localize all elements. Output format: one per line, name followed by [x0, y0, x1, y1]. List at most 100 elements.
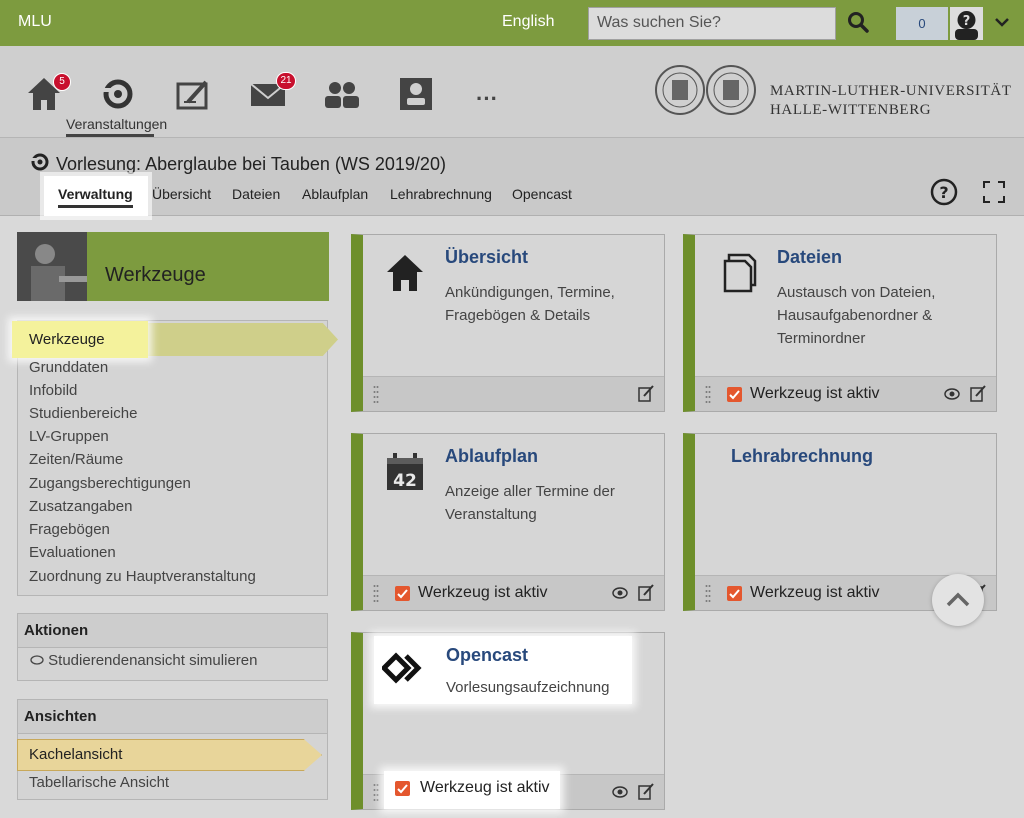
- files-icon: [723, 253, 757, 293]
- scroll-to-top-button[interactable]: [932, 574, 984, 626]
- tile-footer: Werkzeug ist aktiv: [363, 575, 664, 610]
- tool-active-checkbox[interactable]: [395, 781, 410, 796]
- main-navigation: 5 Veranstaltungen 21 ··· MARTIN-LUTHER-U…: [0, 46, 1024, 138]
- nav-active-indicator: [66, 134, 154, 137]
- opencast-logo-icon: [382, 652, 422, 684]
- workplace-icon[interactable]: [174, 74, 214, 114]
- drag-handle-icon[interactable]: [373, 385, 379, 403]
- tile-description: Anzeige aller Termine der Veranstaltung: [445, 483, 615, 523]
- calendar-icon: 42: [387, 453, 423, 491]
- sidebar-item-zeiten-raeume[interactable]: Zeiten/Räume: [29, 451, 123, 468]
- edit-icon[interactable]: [638, 584, 654, 601]
- course-icon: [31, 153, 49, 171]
- profile-icon[interactable]: [396, 74, 436, 114]
- messages-badge: 21: [276, 72, 296, 90]
- tile-title[interactable]: Ablaufplan: [445, 446, 538, 467]
- tab-lehrabrechnung[interactable]: Lehrabrechnung: [390, 186, 492, 202]
- language-switch[interactable]: English: [502, 13, 554, 31]
- fullscreen-icon[interactable]: [982, 180, 1006, 204]
- tile-title[interactable]: Übersicht: [445, 247, 528, 268]
- action-simulate-student-view[interactable]: Studierendenansicht simulieren: [18, 648, 327, 673]
- community-icon[interactable]: [322, 74, 362, 114]
- more-menu[interactable]: ···: [476, 86, 498, 112]
- tool-active-checkbox[interactable]: [727, 586, 742, 601]
- svg-text:?: ?: [939, 183, 948, 202]
- sidebar-item-zusatzangaben[interactable]: Zusatzangaben: [29, 498, 132, 515]
- tile-description: Ankündigungen, Termine, Fragebögen & Det…: [445, 284, 615, 324]
- university-name-line2: HALLE-WITTENBERG: [770, 102, 932, 118]
- tab-verwaltung[interactable]: Verwaltung: [58, 186, 133, 208]
- drag-handle-icon[interactable]: [373, 783, 379, 801]
- actions-box: Aktionen Studierendenansicht simulieren: [17, 613, 328, 681]
- course-title: Vorlesung: Aberglaube bei Tauben (WS 201…: [30, 152, 446, 175]
- tile-title[interactable]: Lehrabrechnung: [731, 446, 873, 467]
- tab-opencast[interactable]: Opencast: [512, 186, 572, 202]
- action-label: Studierendenansicht simulieren: [48, 652, 258, 669]
- tool-active-label[interactable]: Werkzeug ist aktiv: [420, 779, 550, 797]
- sidebar-item-studienbereiche[interactable]: Studienbereiche: [29, 405, 137, 422]
- tool-active-label[interactable]: Werkzeug ist aktiv: [418, 584, 548, 602]
- sidebar-item-frageboegen[interactable]: Fragebögen: [29, 521, 110, 538]
- tab-uebersicht[interactable]: Übersicht: [152, 186, 211, 202]
- tile-dateien: Dateien Austausch von Dateien, Hausaufga…: [683, 234, 997, 412]
- search-icon[interactable]: [846, 10, 870, 34]
- view-tabellarisch[interactable]: Tabellarische Ansicht: [29, 774, 169, 791]
- eye-outline-icon: [30, 655, 44, 665]
- sidebar-item-grunddaten[interactable]: Grunddaten: [29, 359, 108, 376]
- user-avatar[interactable]: ?: [950, 7, 983, 40]
- tab-dateien[interactable]: Dateien: [232, 186, 280, 202]
- eye-icon[interactable]: [612, 586, 628, 600]
- sidebar-item-infobild[interactable]: Infobild: [29, 382, 77, 399]
- home-badge: 5: [53, 73, 71, 91]
- sidebar-item-evaluationen[interactable]: Evaluationen: [29, 544, 116, 561]
- edit-icon[interactable]: [638, 783, 654, 800]
- actions-title: Aktionen: [18, 614, 327, 648]
- tool-active-checkbox[interactable]: [395, 586, 410, 601]
- search-input[interactable]: Was suchen Sie?: [588, 7, 836, 40]
- course-title-text: Vorlesung: Aberglaube bei Tauben (WS 201…: [56, 154, 446, 174]
- tile-footer: Werkzeug ist aktiv: [695, 376, 996, 411]
- tab-ablaufplan[interactable]: Ablaufplan: [302, 186, 368, 202]
- eye-icon[interactable]: [612, 785, 628, 799]
- brand-link[interactable]: MLU: [18, 13, 52, 31]
- tool-active-label[interactable]: Werkzeug ist aktiv: [750, 385, 880, 403]
- sidebar-item-lv-gruppen[interactable]: LV-Gruppen: [29, 428, 109, 445]
- drag-handle-icon[interactable]: [373, 584, 379, 602]
- tool-active-checkbox[interactable]: [727, 387, 742, 402]
- tile-title[interactable]: Dateien: [777, 247, 842, 268]
- sidebar-header: Werkzeuge: [17, 232, 329, 301]
- views-title: Ansichten: [18, 700, 327, 734]
- tile-title[interactable]: Opencast: [446, 645, 528, 666]
- edit-icon[interactable]: [970, 385, 986, 402]
- drag-handle-icon[interactable]: [705, 584, 711, 602]
- tool-active-label[interactable]: Werkzeug ist aktiv: [750, 584, 880, 602]
- tile-ablaufplan: 42 Ablaufplan Anzeige aller Termine der …: [351, 433, 665, 611]
- sidebar-item-werkzeuge[interactable]: Werkzeuge: [29, 331, 105, 348]
- sidebar-active-indicator: [148, 323, 338, 356]
- university-name: MARTIN-LUTHER-UNIVERSITÄT HALLE-WITTENBE…: [770, 82, 1012, 120]
- university-name-line1: MARTIN-LUTHER-UNIVERSITÄT: [770, 83, 1012, 99]
- drag-handle-icon[interactable]: [705, 385, 711, 403]
- sidebar-item-zugangsberechtigungen[interactable]: Zugangsberechtigungen: [29, 475, 191, 492]
- courses-icon[interactable]: [98, 74, 138, 114]
- calendar-number: 42: [393, 471, 417, 491]
- tile-uebersicht: Übersicht Ankündigungen, Termine, Frageb…: [351, 234, 665, 412]
- sidebar-item-zuordnung[interactable]: Zuordnung zu Hauptveranstaltung: [29, 568, 256, 585]
- tile-description: Austausch von Dateien, Hausaufgabenordne…: [777, 284, 936, 347]
- notification-counter[interactable]: 0: [896, 7, 948, 40]
- svg-text:?: ?: [963, 14, 971, 29]
- help-icon[interactable]: ?: [930, 178, 958, 206]
- sidebar-header-image: [17, 232, 87, 301]
- view-kachelansicht[interactable]: Kachelansicht: [29, 746, 122, 763]
- chevron-down-icon[interactable]: [993, 13, 1011, 31]
- edit-icon[interactable]: [638, 385, 654, 402]
- course-header: Vorlesung: Aberglaube bei Tauben (WS 201…: [0, 138, 1024, 216]
- nav-label-courses[interactable]: Veranstaltungen: [66, 116, 167, 132]
- tile-footer: [363, 376, 664, 411]
- home-icon: [387, 255, 423, 291]
- tile-description: Vorlesungsaufzeichnung: [446, 679, 610, 696]
- top-bar: MLU English Was suchen Sie? 0 ?: [0, 0, 1024, 46]
- chevron-up-icon: [946, 592, 970, 607]
- eye-icon[interactable]: [944, 387, 960, 401]
- university-seal-icon: [655, 65, 756, 115]
